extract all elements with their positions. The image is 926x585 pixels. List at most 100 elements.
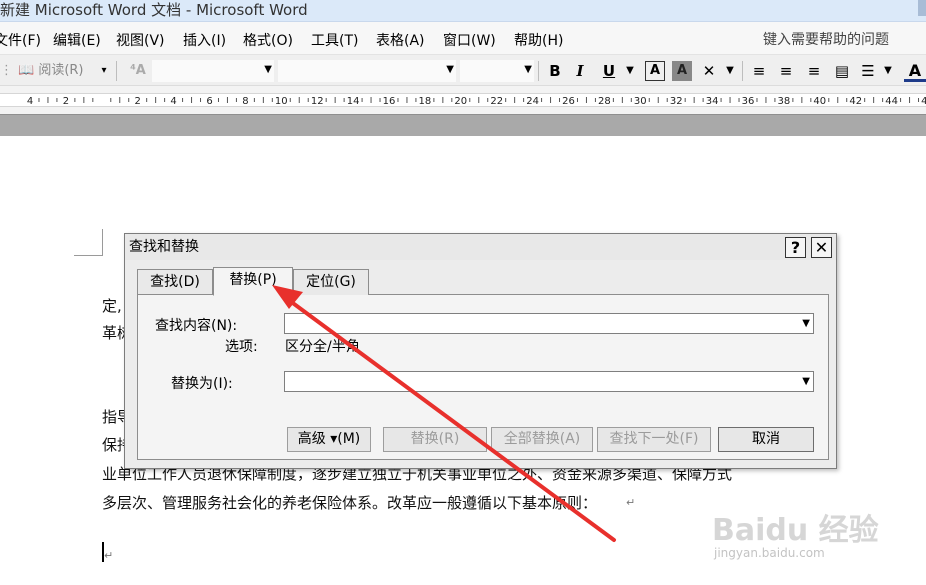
align-left-icon[interactable]: ≡ bbox=[748, 60, 770, 82]
dialog-close-button[interactable]: ✕ bbox=[811, 237, 832, 258]
help-question-box[interactable]: 键入需要帮助的问题 bbox=[763, 29, 889, 49]
chevron-down-icon: ▼ bbox=[524, 64, 532, 75]
menu-help[interactable]: 帮助(H) bbox=[514, 30, 563, 50]
ruler-label: 28 bbox=[598, 96, 611, 107]
align-right-icon[interactable]: ≡ bbox=[803, 60, 825, 82]
ruler-label: 30 bbox=[634, 96, 647, 107]
ruler-label: 46 bbox=[921, 96, 926, 107]
ruler-label: 6 bbox=[206, 96, 212, 107]
watermark-logo: Baidu 经验 bbox=[712, 513, 879, 548]
toolbar-separator bbox=[742, 61, 743, 81]
toolbar-options-icon[interactable]: ▾ bbox=[98, 60, 110, 82]
watermark-url: jingyan.baidu.com bbox=[714, 546, 825, 560]
ruler-label: 24 bbox=[526, 96, 539, 107]
align-center-icon[interactable]: ≡ bbox=[775, 60, 797, 82]
replace-all-button[interactable]: 全部替换(A) bbox=[491, 427, 593, 452]
ruler-label: 44 bbox=[885, 96, 898, 107]
ruler-label: 10 bbox=[275, 96, 288, 107]
line-spacing-icon[interactable]: ☰ bbox=[857, 60, 879, 82]
menu-tools[interactable]: 工具(T) bbox=[311, 30, 358, 50]
paragraph-mark: ↵ bbox=[626, 496, 636, 509]
ruler-label: 2 bbox=[135, 96, 141, 107]
options-value: 区分全/半角 bbox=[285, 339, 360, 355]
ruler-label: 38 bbox=[778, 96, 791, 107]
find-next-button[interactable]: 查找下一处(F) bbox=[597, 427, 711, 452]
ruler-label: 26 bbox=[562, 96, 575, 107]
ruler-label: 14 bbox=[347, 96, 360, 107]
replace-button[interactable]: 替换(R) bbox=[383, 427, 487, 452]
tab-find[interactable]: 查找(D) bbox=[137, 269, 213, 295]
underline-button[interactable]: U bbox=[598, 60, 620, 82]
styles-icon[interactable]: ⁴A bbox=[126, 60, 150, 82]
menu-edit[interactable]: 编辑(E) bbox=[53, 30, 101, 50]
menu-bar: 文件(F) 编辑(E) 视图(V) 插入(I) 格式(O) 工具(T) 表格(A… bbox=[0, 22, 926, 54]
menu-file[interactable]: 文件(F) bbox=[0, 30, 41, 50]
tab-replace[interactable]: 替换(P) bbox=[213, 267, 293, 296]
paragraph-mark: ↵ bbox=[104, 549, 114, 562]
find-replace-dialog: 查找和替换 ? ✕ 查找(D) 替换(P) 定位(G) 查找内容(N): ▼ 选… bbox=[124, 233, 837, 469]
dialog-help-button[interactable]: ? bbox=[785, 237, 806, 258]
doc-text-line: 多层次、管理服务社会化的养老保险体系。改革应一般遵循以下基本原则： bbox=[102, 494, 598, 512]
chevron-down-icon[interactable]: ▼ bbox=[802, 318, 810, 329]
chevron-down-icon[interactable]: ▼ bbox=[802, 376, 810, 387]
char-scale-dropdown-icon[interactable]: ▼ bbox=[724, 60, 736, 82]
formatting-toolbar: ⋮ 📖 阅读(R) ▾ ⁴A ▼ ▼ ▼ B I U ▼ A A ✕ ▼ ≡ ≡… bbox=[0, 54, 926, 86]
find-what-label: 查找内容(N): bbox=[155, 318, 238, 334]
font-combo[interactable]: ▼ bbox=[278, 60, 456, 82]
ruler-label: 12 bbox=[311, 96, 324, 107]
toolbar-separator bbox=[116, 61, 117, 81]
book-icon: 📖 bbox=[18, 63, 35, 78]
ruler-label: 4 bbox=[170, 96, 176, 107]
more-button[interactable]: 高级 ▾(M) bbox=[287, 427, 371, 452]
tab-goto[interactable]: 定位(G) bbox=[293, 269, 369, 295]
ruler-label: 36 bbox=[742, 96, 755, 107]
menu-table[interactable]: 表格(A) bbox=[376, 30, 425, 50]
dialog-title: 查找和替换 bbox=[129, 239, 199, 255]
ruler-label: 40 bbox=[813, 96, 826, 107]
char-shading-button[interactable]: A bbox=[672, 61, 692, 81]
chevron-down-icon: ▼ bbox=[446, 64, 454, 75]
chevron-down-icon: ▼ bbox=[264, 64, 272, 75]
underline-dropdown-icon[interactable]: ▼ bbox=[624, 60, 636, 82]
ruler-ticks: 4 2 2 4 6 8 10 12 14 16 18 20 22 24 26 28 30 32 34 36 38 40 42… bbox=[27, 96, 926, 107]
menu-window[interactable]: 窗口(W) bbox=[443, 30, 496, 50]
bold-button[interactable]: B bbox=[545, 60, 565, 82]
ruler-label: 16 bbox=[383, 96, 396, 107]
menu-view[interactable]: 视图(V) bbox=[116, 30, 165, 50]
page-corner-mark bbox=[74, 229, 103, 256]
read-mode-button[interactable]: 📖 阅读(R) bbox=[18, 60, 96, 82]
replace-with-label: 替换为(I): bbox=[171, 376, 233, 392]
line-spacing-dropdown-icon[interactable]: ▼ bbox=[882, 60, 894, 82]
doc-text-line: 定, bbox=[102, 297, 122, 315]
cancel-button[interactable]: 取消 bbox=[718, 427, 814, 452]
char-border-button[interactable]: A bbox=[645, 61, 665, 81]
toolbar-grip-icon: ⋮ bbox=[0, 63, 13, 78]
find-what-input[interactable]: ▼ bbox=[284, 313, 814, 334]
ruler-label: 34 bbox=[706, 96, 719, 107]
ruler-label: 2 bbox=[63, 96, 69, 107]
document-gray-margin bbox=[0, 114, 926, 136]
ruler-label: 8 bbox=[242, 96, 248, 107]
style-combo[interactable]: ▼ bbox=[152, 60, 274, 82]
replace-with-input[interactable]: ▼ bbox=[284, 371, 814, 392]
window-title: 新建 Microsoft Word 文档 - Microsoft Word bbox=[0, 1, 308, 19]
options-label: 选项: bbox=[225, 339, 258, 355]
toolbar-separator bbox=[538, 61, 539, 81]
ruler-label: 4 bbox=[27, 96, 33, 107]
font-size-combo[interactable]: ▼ bbox=[460, 60, 534, 82]
justify-icon[interactable]: ▤ bbox=[831, 60, 853, 82]
ruler-label: 42 bbox=[849, 96, 862, 107]
dialog-title-bar[interactable]: 查找和替换 bbox=[125, 234, 836, 260]
ruler-label: 32 bbox=[670, 96, 683, 107]
horizontal-ruler[interactable]: 4 2 2 4 6 8 10 12 14 16 18 20 22 24 26 28 30 32 34 36 38 40 42… bbox=[0, 86, 926, 114]
menu-format[interactable]: 格式(O) bbox=[243, 30, 293, 50]
font-color-icon[interactable]: A bbox=[904, 60, 926, 82]
ruler-label: 22 bbox=[490, 96, 503, 107]
window-title-bar: 新建 Microsoft Word 文档 - Microsoft Word bbox=[0, 0, 926, 22]
read-mode-label: 阅读(R) bbox=[38, 63, 84, 78]
italic-button[interactable]: I bbox=[570, 60, 590, 82]
ruler-label: 20 bbox=[454, 96, 467, 107]
window-controls[interactable] bbox=[918, 0, 926, 16]
char-scale-icon[interactable]: ✕ bbox=[698, 60, 720, 82]
menu-insert[interactable]: 插入(I) bbox=[183, 30, 226, 50]
